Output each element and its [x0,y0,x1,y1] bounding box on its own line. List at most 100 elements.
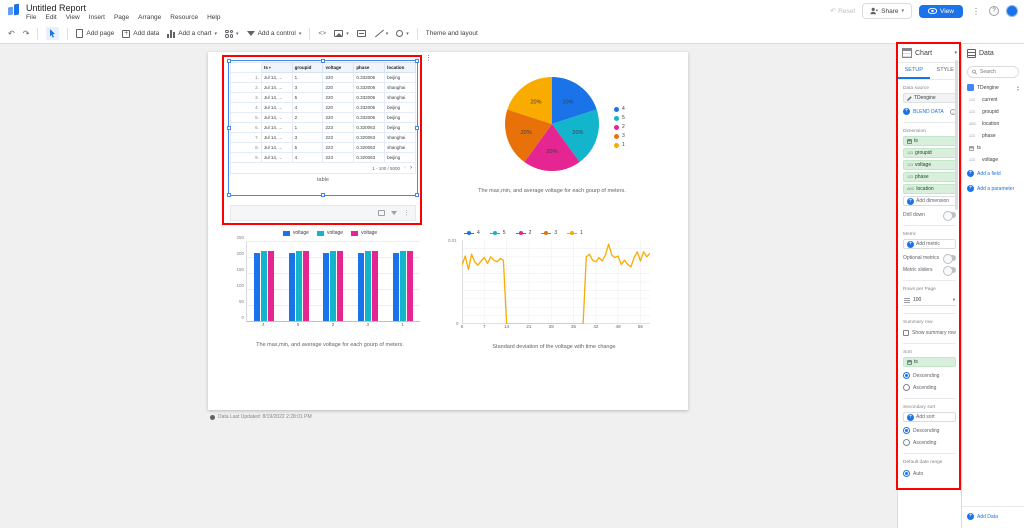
embed-url-icon[interactable]: <> [318,30,326,37]
menu-resource[interactable]: Resource [170,14,198,21]
dimension-chip-phase[interactable]: 123 phase [903,172,956,182]
column-header-ts[interactable]: ts▾ [260,62,293,73]
drill-down-toggle[interactable] [943,210,956,221]
add-field-link[interactable]: Add a field [962,166,1024,181]
ascending-radio[interactable] [903,439,910,446]
add-image-button[interactable]: ▾ [334,30,349,37]
data-source-row[interactable]: TDengine ▴ ▾ [962,81,1024,94]
dimension-chip-ts[interactable]: ts [903,136,956,146]
dimension-chip-location[interactable]: ABC location [903,184,956,194]
community-visualizations-button[interactable]: ▾ [225,29,239,38]
menu-arrange[interactable]: Arrange [138,14,161,21]
theme-layout-button[interactable]: Theme and layout [426,30,478,37]
dimension-chip-voltage[interactable]: 123 voltage [903,160,956,170]
bar-voltage[interactable] [365,250,372,321]
help-icon[interactable]: ? [989,6,999,16]
redo-icon[interactable]: ↷ [23,29,30,38]
auto-radio[interactable] [903,470,910,477]
bar-voltage[interactable] [392,252,399,321]
menu-view[interactable]: View [66,14,80,21]
field-voltage[interactable]: 123 voltage [962,154,1024,166]
chart-preview-icon[interactable] [378,210,385,216]
next-page-icon[interactable]: › [410,165,412,171]
bar-chart-widget[interactable]: voltage voltage voltage 0 50 100 150 200 250 4 5… [230,230,430,348]
resize-handle[interactable] [415,193,419,197]
bar-voltage[interactable] [330,250,337,321]
select-cursor-button[interactable] [46,27,60,40]
collapse-all-icon[interactable]: ▴ ▾ [1017,84,1019,91]
bar-voltage[interactable] [288,252,295,321]
line-chart-widget[interactable]: 4 5 2 3 1 0.01 0 0 7 14 21 28 35 42 49 56 Standard d… [448,230,660,350]
menu-insert[interactable]: Insert [89,14,105,21]
add-dimension-button[interactable]: Add dimension [903,196,956,206]
bar-voltage[interactable] [372,251,379,321]
line-series-1[interactable] [461,243,651,325]
field-location[interactable]: ABC location [962,118,1024,130]
column-header-groupid[interactable]: groupid [291,62,324,73]
bar-voltage[interactable] [323,252,330,321]
column-header-phase[interactable]: phase [353,62,386,73]
text-box-icon[interactable] [356,30,366,37]
add-line-button[interactable]: ▾ [374,29,389,38]
descending-radio[interactable] [903,427,910,434]
add-page-button[interactable]: Add page [76,29,114,38]
tab-setup[interactable]: SETUP [898,63,930,79]
more-options-icon[interactable]: ⋮ [970,7,982,16]
add-data-button[interactable]: Add Data [962,506,1024,520]
add-data-button[interactable]: + Add data [122,29,159,38]
field-ts[interactable]: ts [962,142,1024,154]
view-button[interactable]: View [919,4,963,18]
ascending-radio[interactable] [903,384,910,391]
blend-data-link[interactable]: BLEND DATA [903,108,956,115]
bar-voltage[interactable] [358,252,365,321]
dimension-chip-groupid[interactable]: 123 groupid [903,148,956,158]
sort-field-chip[interactable]: ts [903,357,956,367]
add-shape-button[interactable]: ▾ [396,30,409,37]
menu-page[interactable]: Page [114,14,129,21]
bar-voltage[interactable] [261,250,268,321]
column-header-location[interactable]: location [384,62,416,73]
bar-voltage[interactable] [406,250,413,321]
field-current[interactable]: 123 current [962,94,1024,106]
add-sort-button[interactable]: Add sort [903,412,956,422]
undo-icon[interactable]: ↶ [8,29,15,38]
descending-radio[interactable] [903,372,910,379]
menu-help[interactable]: Help [207,14,220,21]
metric-sliders-toggle[interactable] [943,265,956,276]
previous-page-icon[interactable]: ‹ [404,165,406,171]
resize-handle[interactable] [227,193,231,197]
report-canvas[interactable]: ⋮ ts▾ groupid voltage phase location 1. Jul 1… [208,52,688,410]
add-parameter-link[interactable]: Add a parameter [962,181,1024,196]
field-groupid[interactable]: 123 groupid [962,106,1024,118]
share-button[interactable]: Share ▾ [862,3,913,19]
scrollbar[interactable] [955,60,958,210]
add-control-button[interactable]: Add a control ▾ [246,30,301,37]
resize-handle[interactable] [321,193,325,197]
more-icon[interactable]: ⋮ [403,209,410,217]
reset-button[interactable]: ↶ Reset [830,7,855,16]
bar-voltage[interactable] [399,250,406,321]
bar-voltage[interactable] [302,250,309,321]
add-metric-button[interactable]: Add metric [903,239,956,249]
menu-edit[interactable]: Edit [45,14,56,21]
bar-voltage[interactable] [254,252,261,321]
search-input[interactable] [980,69,1014,75]
bar-voltage[interactable] [295,250,302,321]
rows-per-page-select[interactable]: 100 ▾ [903,295,956,306]
add-chart-button[interactable]: Add a chart ▾ [167,29,217,38]
column-header-voltage[interactable]: voltage [322,62,355,73]
chart-type-header[interactable]: Chart ▾ [898,44,961,63]
bar-voltage[interactable] [268,250,275,321]
avatar[interactable] [1006,5,1018,17]
field-search[interactable] [967,66,1019,78]
optional-metrics-toggle[interactable] [943,253,956,264]
filter-icon[interactable] [391,211,397,215]
field-phase[interactable]: 123 phase [962,130,1024,142]
data-source-chip[interactable]: TDengine [903,93,956,103]
chart-menu-icon[interactable]: ⋮ [425,54,432,62]
summary-row-checkbox[interactable] [903,330,909,336]
menu-file[interactable]: File [26,14,36,21]
table-chart-widget[interactable]: ⋮ ts▾ groupid voltage phase location 1. Jul 1… [227,55,432,221]
bar-voltage[interactable] [337,250,344,321]
report-title[interactable]: Untitled Report [26,3,86,13]
